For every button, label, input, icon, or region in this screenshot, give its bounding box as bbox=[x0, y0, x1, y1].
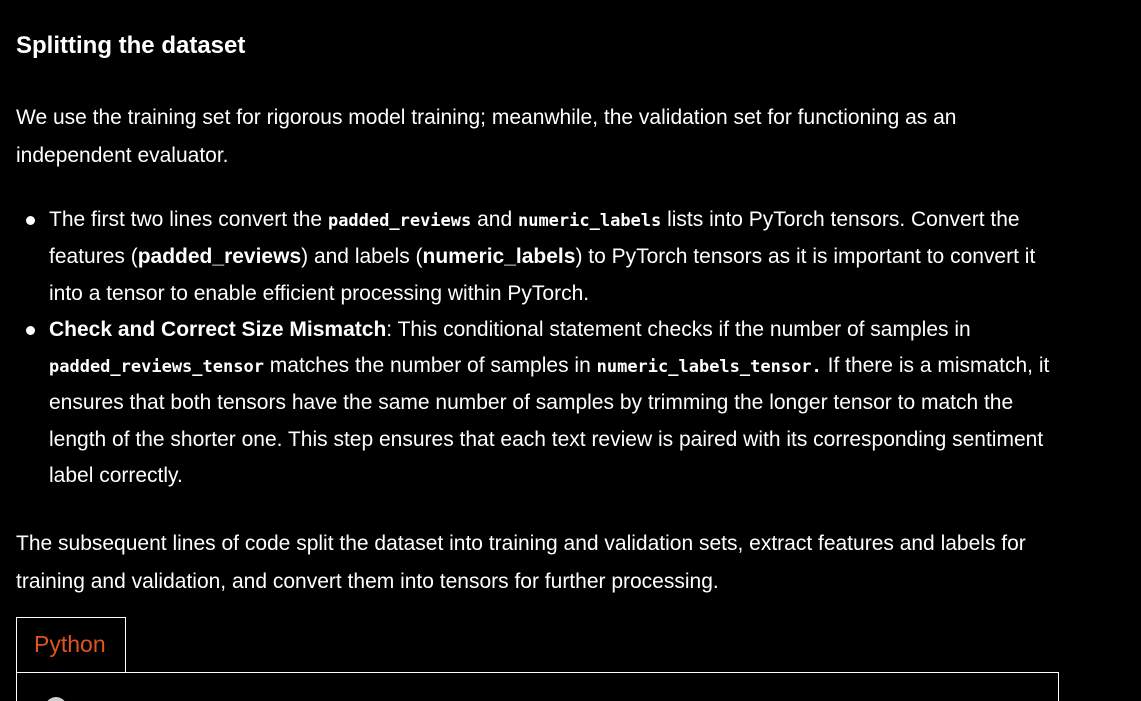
inline-code: padded_reviews bbox=[327, 211, 472, 231]
bullet-text: : This conditional statement checks if t… bbox=[386, 317, 971, 341]
code-block: Python bbox=[16, 617, 1059, 701]
bullet-dot-icon bbox=[26, 325, 35, 335]
bullet-text: and bbox=[471, 208, 518, 231]
bold-term: padded_reviews bbox=[137, 245, 302, 269]
bullet-item: The first two lines convert the padded_r… bbox=[16, 202, 1056, 312]
inline-code: padded_reviews_tensor bbox=[49, 357, 264, 378]
closing-paragraph: The subsequent lines of code split the d… bbox=[16, 532, 1026, 593]
bullet-text: ) and labels ( bbox=[301, 245, 423, 269]
bold-term: Check and Correct Size Mismatch bbox=[49, 317, 387, 341]
tab-label: Python bbox=[34, 631, 106, 657]
bullet-item: Check and Correct Size Mismatch: This co… bbox=[16, 312, 1056, 494]
bullet-text: matches the number of samples in bbox=[263, 354, 597, 378]
tab-python[interactable]: Python bbox=[16, 617, 126, 672]
intro-paragraph: We use the training set for rigorous mod… bbox=[16, 106, 957, 167]
inline-code: numeric_labels_tensor. bbox=[596, 357, 822, 378]
inline-code: numeric_labels bbox=[517, 211, 662, 231]
code-panel bbox=[16, 672, 1059, 701]
bold-term: numeric_labels bbox=[422, 245, 576, 269]
bullet-dot-icon bbox=[26, 216, 35, 225]
bullet-list: The first two lines convert the padded_r… bbox=[16, 202, 1056, 494]
section-heading: Splitting the dataset bbox=[16, 32, 246, 59]
circle-icon bbox=[45, 697, 67, 701]
bullet-text: The first two lines convert the bbox=[49, 208, 328, 231]
